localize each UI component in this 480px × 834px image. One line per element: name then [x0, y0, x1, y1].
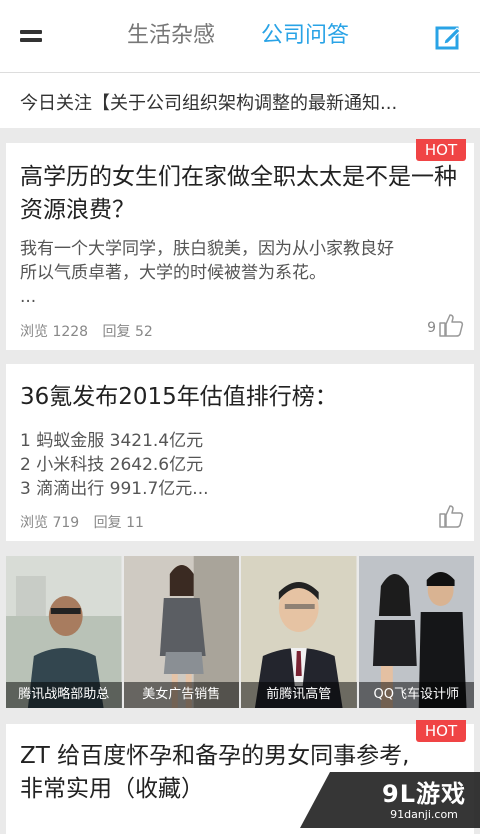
watermark-url: 91danji.com — [390, 808, 458, 821]
view-count: 浏览 1228 — [20, 324, 89, 340]
gallery-photo[interactable]: 美女广告销售 — [123, 556, 239, 708]
tab-life-thoughts[interactable]: 生活杂感 — [127, 22, 215, 50]
thumbs-up-icon — [439, 314, 464, 337]
post-excerpt: 1 蚂蚁金服 3421.4亿元 2 小米科技 2642.6亿元 3 滴滴出行 9… — [20, 429, 470, 501]
post-stats: 浏览 719 回复 11 — [20, 512, 154, 532]
excerpt-line: 所以气质卓著，大学的时候被誉为系花。 — [20, 263, 326, 283]
post-title: 高学历的女生们在家做全职太太是不是一种资源浪费？ — [20, 164, 457, 223]
excerpt-line: 1 蚂蚁金服 3421.4亿元 — [20, 431, 204, 451]
view-count: 浏览 719 — [20, 515, 80, 531]
photo-caption: 腾讯战略部助总 — [6, 682, 122, 708]
hamburger-menu-icon[interactable] — [20, 28, 42, 44]
excerpt-line: 2 小米科技 2642.6亿元 — [20, 455, 204, 475]
like-button[interactable] — [436, 504, 464, 528]
gallery-photo[interactable]: 腾讯战略部助总 — [6, 556, 122, 708]
top-bar: 生活杂感 公司问答 — [0, 0, 480, 73]
hot-badge: HOT — [416, 720, 466, 742]
excerpt-line: ... — [20, 287, 37, 307]
people-gallery: 腾讯战略部助总 美女广告销售 前腾讯高管 QQ飞车设计师 — [6, 556, 474, 708]
post-excerpt: 我有一个大学同学，肤白貌美，因为从小家教良好 所以气质卓著，大学的时候被誉为系花… — [20, 237, 470, 309]
gallery-photo[interactable]: QQ飞车设计师 — [358, 556, 474, 708]
post-card[interactable]: 36氪发布2015年估值排行榜： 1 蚂蚁金服 3421.4亿元 2 小米科技 … — [6, 364, 474, 541]
reply-count: 回复 52 — [102, 324, 153, 340]
excerpt-line: 3 滴滴出行 991.7亿元... — [20, 479, 209, 499]
post-title: 36氪发布2015年估值排行榜： — [20, 384, 338, 410]
photo-caption: 美女广告销售 — [123, 682, 239, 708]
post-stats: 浏览 1228 回复 52 — [20, 321, 163, 341]
post-card[interactable]: HOT 高学历的女生们在家做全职太太是不是一种资源浪费？ 我有一个大学同学，肤白… — [6, 139, 474, 350]
compose-edit-icon[interactable] — [435, 24, 461, 50]
like-button[interactable]: 9 — [427, 313, 464, 337]
thumbs-up-icon — [439, 505, 464, 528]
site-watermark: 9L游戏 91danji.com — [382, 780, 466, 822]
reply-count: 回复 11 — [93, 515, 144, 531]
photo-caption: 前腾讯高管 — [241, 682, 357, 708]
photo-caption: QQ飞车设计师 — [358, 682, 474, 708]
gallery-photo[interactable]: 前腾讯高管 — [241, 556, 357, 708]
hot-badge: HOT — [416, 139, 466, 161]
notice-text: 今日关注【关于公司组织架构调整的最新通知... — [20, 93, 398, 114]
watermark-logo-text: 9L游戏 — [382, 780, 466, 808]
like-count: 9 — [427, 320, 436, 336]
tab-company-qa[interactable]: 公司问答 — [261, 22, 349, 50]
excerpt-line: 我有一个大学同学，肤白貌美，因为从小家教良好 — [20, 239, 394, 259]
todays-focus-notice[interactable]: 今日关注【关于公司组织架构调整的最新通知... — [0, 73, 480, 128]
